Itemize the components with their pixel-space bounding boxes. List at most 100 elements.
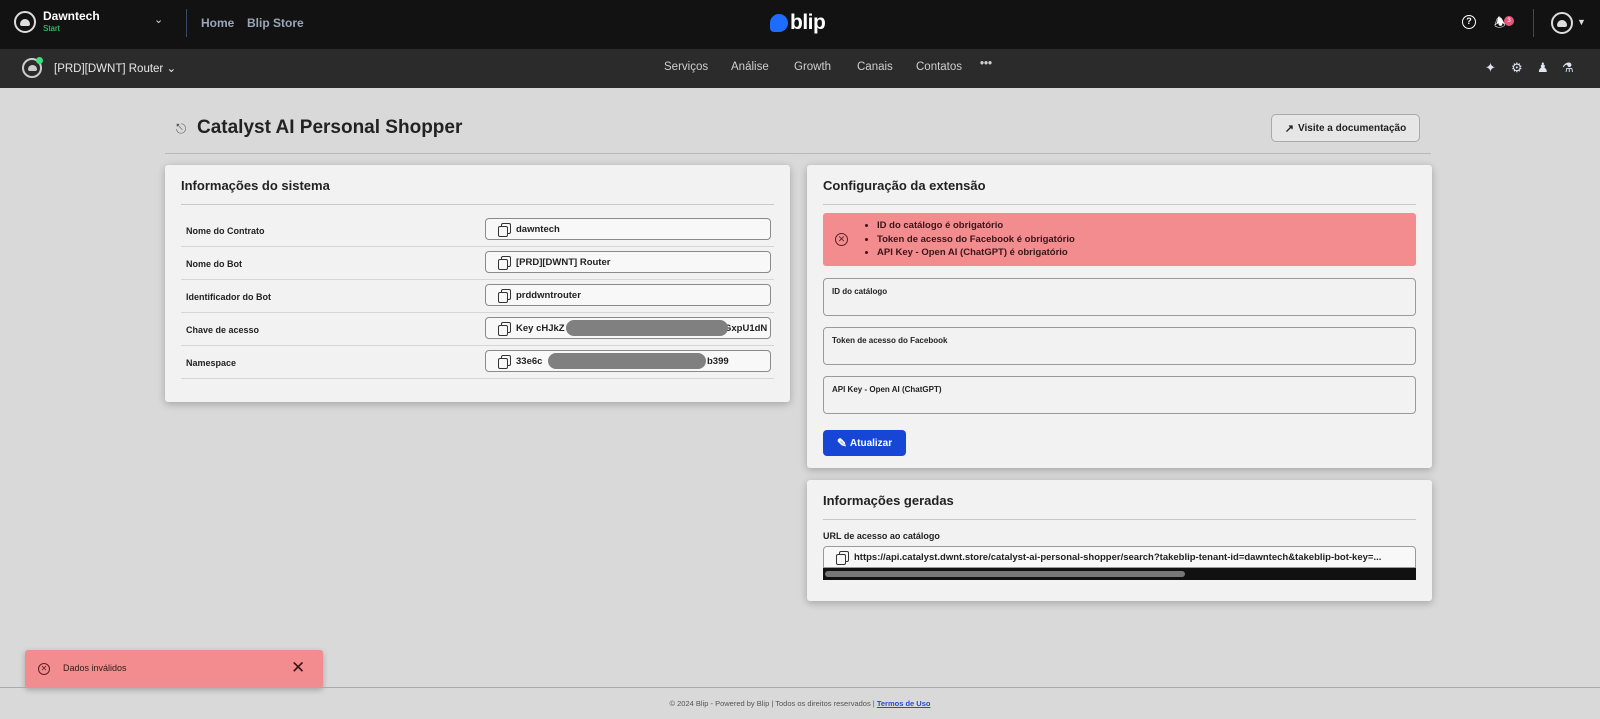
facebook-token-field[interactable]: Token de acesso do Facebook — [823, 327, 1416, 365]
nav-growth[interactable]: Growth — [794, 61, 831, 73]
nav-home-link[interactable]: Home — [201, 16, 234, 30]
field-label: API Key - Open AI (ChatGPT) — [832, 385, 942, 394]
copy-icon[interactable] — [498, 289, 511, 303]
info-row-namespace: Namespace 33e6c b399 — [181, 346, 774, 379]
url-label: URL de acesso ao catálogo — [823, 531, 940, 541]
divider — [1533, 9, 1534, 37]
extension-config-card: Configuração da extensão ✕ ID do catálog… — [807, 165, 1432, 468]
update-button[interactable]: ✎ Atualizar — [823, 430, 906, 456]
copy-field[interactable]: dawntech — [485, 218, 771, 240]
divider — [181, 204, 774, 205]
nav-servicos[interactable]: Serviços — [664, 61, 708, 73]
copy-field[interactable]: 33e6c b399 — [485, 350, 771, 372]
avatar[interactable] — [1551, 12, 1573, 34]
chevron-down-icon[interactable]: ▼ — [1577, 17, 1586, 27]
catalog-id-field[interactable]: ID do catálogo — [823, 278, 1416, 316]
card-title: Configuração da extensão — [823, 178, 986, 193]
copy-field[interactable]: prddwntrouter — [485, 284, 771, 306]
card-title: Informações geradas — [823, 493, 954, 508]
gear-icon[interactable]: ⚙ — [1511, 60, 1523, 76]
extension-icon: ⎋ — [176, 121, 187, 136]
org-switcher[interactable]: Dawntech Start — [14, 9, 100, 35]
nav-canais[interactable]: Canais — [857, 61, 893, 73]
footer: © 2024 Blip - Powered by Blip | Todos os… — [0, 699, 1600, 708]
copy-icon[interactable] — [498, 322, 511, 336]
field-label: Token de acesso do Facebook — [832, 336, 948, 345]
close-icon[interactable]: ✕ — [291, 659, 305, 677]
pencil-icon: ✎ — [836, 436, 847, 450]
catalog-url: https://api.catalyst.dwnt.store/catalyst… — [854, 552, 1382, 563]
divider — [165, 153, 1431, 154]
copy-icon[interactable] — [498, 223, 511, 237]
top-bar: Dawntech Start ⌄ Home Blip Store blip ? … — [0, 0, 1600, 49]
row-value-tail: GxpU1dN — [724, 323, 768, 334]
bot-avatar — [22, 57, 43, 78]
row-value: [PRD][DWNT] Router — [516, 257, 611, 268]
copy-field[interactable]: Key cHJkZ GxpU1dN — [485, 317, 771, 339]
row-value: Key cHJkZ — [516, 323, 565, 334]
openai-key-input[interactable] — [832, 396, 1364, 410]
team-icon[interactable]: ♟ — [1537, 60, 1549, 76]
row-label: Nome do Contrato — [186, 226, 265, 236]
toast-message: Dados inválidos — [63, 663, 127, 673]
online-status-dot — [36, 57, 43, 64]
blip-bubble-icon — [770, 14, 788, 32]
row-label: Nome do Bot — [186, 259, 242, 269]
more-menu-icon[interactable]: ••• — [980, 58, 992, 70]
facebook-token-input[interactable] — [832, 347, 1364, 361]
terms-link[interactable]: Termos de Uso — [877, 699, 931, 708]
bot-switcher[interactable]: [PRD][DWNT] Router ⌄ — [22, 57, 177, 78]
row-label: Identificador do Bot — [186, 292, 271, 302]
field-label: ID do catálogo — [832, 287, 888, 296]
bot-name: [PRD][DWNT] Router — [54, 63, 164, 75]
divider — [823, 204, 1416, 205]
system-info-card: Informações do sistema Nome do Contrato … — [165, 165, 790, 402]
info-row-access-key: Chave de acesso Key cHJkZ GxpU1dN — [181, 313, 774, 346]
copy-field[interactable]: [PRD][DWNT] Router — [485, 251, 771, 273]
info-row-bot-id: Identificador do Bot prddwntrouter — [181, 280, 774, 313]
bot-bar: [PRD][DWNT] Router ⌄ Serviços Análise Gr… — [0, 49, 1600, 88]
divider — [823, 519, 1416, 520]
puzzle-icon[interactable]: ✦ — [1485, 60, 1496, 76]
nav-blip-store-link[interactable]: Blip Store — [247, 16, 304, 30]
chevron-down-icon: ⌄ — [166, 63, 177, 75]
catalog-id-input[interactable] — [832, 298, 1364, 312]
info-row-contract: Nome do Contrato dawntech — [181, 214, 774, 247]
card-title: Informações do sistema — [181, 178, 330, 193]
error-circle-icon: ✕ — [835, 233, 848, 246]
openai-key-field[interactable]: API Key - Open AI (ChatGPT) — [823, 376, 1416, 414]
nav-contatos[interactable]: Contatos — [916, 61, 962, 73]
validation-error-alert: ✕ ID do catálogo é obrigatório Token de … — [823, 213, 1416, 266]
divider — [186, 9, 187, 37]
notification-badge: 3 — [1504, 16, 1514, 26]
documentation-button[interactable]: ↗ Visite a documentação — [1271, 114, 1420, 142]
nav-analise[interactable]: Análise — [731, 61, 769, 73]
row-value: 33e6c — [516, 356, 543, 367]
divider — [0, 687, 1600, 688]
footer-text: © 2024 Blip - Powered by Blip | Todos os… — [669, 699, 875, 708]
row-label: Namespace — [186, 358, 237, 368]
lab-flask-icon[interactable]: ⚗ — [1562, 60, 1574, 76]
error-item: Token de acesso do Facebook é obrigatóri… — [877, 233, 1075, 247]
horizontal-scrollbar[interactable] — [823, 568, 1416, 580]
chevron-down-icon[interactable]: ⌄ — [154, 13, 163, 26]
org-plan: Start — [43, 24, 60, 33]
copy-icon[interactable] — [836, 551, 849, 565]
error-circle-icon: ✕ — [38, 663, 50, 675]
blip-logo[interactable]: blip — [770, 11, 826, 35]
row-value: prddwntrouter — [516, 290, 581, 301]
row-value-tail: b399 — [707, 356, 729, 367]
generated-info-card: Informações geradas URL de acesso ao cat… — [807, 480, 1432, 601]
copy-icon[interactable] — [498, 355, 511, 369]
error-item: API Key - Open AI (ChatGPT) é obrigatóri… — [877, 246, 1075, 260]
row-value: dawntech — [516, 224, 560, 235]
external-link-icon: ↗ — [1284, 122, 1294, 135]
row-label: Chave de acesso — [186, 325, 260, 335]
error-item: ID do catálogo é obrigatório — [877, 219, 1075, 233]
redaction-mask — [548, 353, 706, 369]
org-logo — [14, 11, 36, 33]
scrollbar-thumb[interactable] — [825, 571, 1185, 577]
catalog-url-field[interactable]: https://api.catalyst.dwnt.store/catalyst… — [823, 546, 1416, 568]
help-icon[interactable]: ? — [1462, 15, 1476, 29]
copy-icon[interactable] — [498, 256, 511, 270]
